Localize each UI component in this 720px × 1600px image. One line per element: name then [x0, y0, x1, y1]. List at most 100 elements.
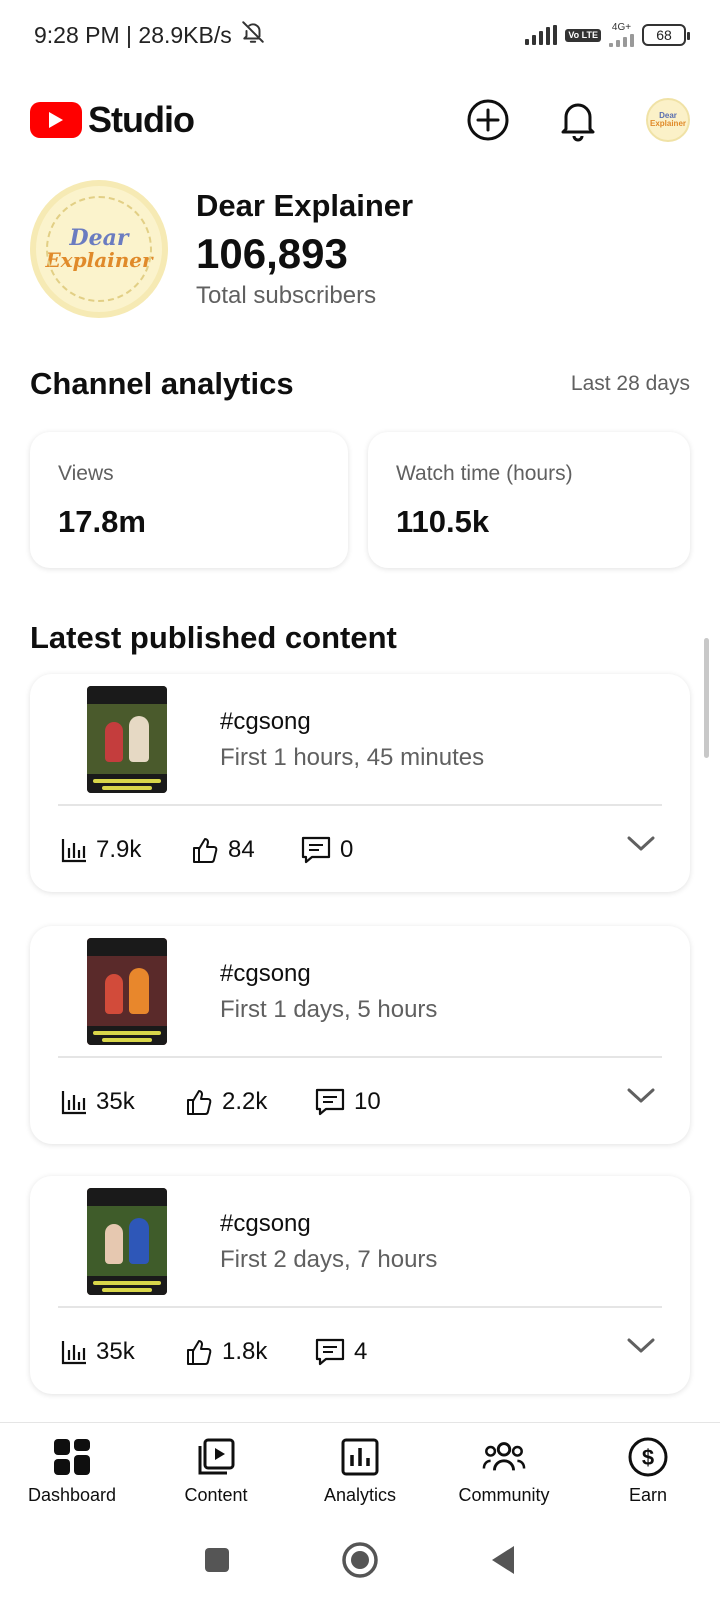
- notifications-button[interactable]: [556, 98, 600, 142]
- channel-summary: Dear Explainer Dear Explainer 106,893 To…: [30, 180, 413, 318]
- channel-info: Dear Explainer 106,893 Total subscribers: [196, 188, 413, 310]
- bell-icon: [561, 103, 595, 142]
- expand-button[interactable]: [626, 834, 656, 859]
- youtube-play-icon: [30, 102, 82, 138]
- nav-analytics[interactable]: Analytics: [288, 1423, 432, 1522]
- battery-indicator: 68: [642, 24, 690, 46]
- subscriber-label: Total subscribers: [196, 282, 377, 309]
- views-stat: 35k: [60, 1088, 184, 1116]
- bar-chart-icon: [61, 839, 86, 863]
- bar-chart-icon: [61, 1341, 86, 1365]
- content-timeframe: First 1 days, 5 hours: [220, 996, 438, 1023]
- content-card[interactable]: #cgsong First 1 hours, 45 minutes 7.9k 8…: [30, 674, 690, 892]
- content-timeframe: First 2 days, 7 hours: [220, 1246, 438, 1273]
- scrollbar[interactable]: [704, 638, 709, 758]
- account-avatar[interactable]: Dear Explainer: [646, 98, 690, 142]
- views-card[interactable]: Views 17.8m: [30, 432, 348, 568]
- chevron-down-icon: [627, 1338, 655, 1353]
- channel-analytics-title: Channel analytics: [30, 366, 294, 401]
- comment-icon: [315, 1088, 345, 1116]
- content-title[interactable]: #cgsong: [220, 960, 311, 988]
- thumbs-up-icon: [187, 1340, 212, 1365]
- expand-button[interactable]: [626, 1336, 656, 1361]
- comments-stat: 0: [300, 835, 353, 865]
- create-button[interactable]: [466, 98, 510, 142]
- likes-count: 2.2k: [222, 1088, 268, 1115]
- video-thumbnail[interactable]: [87, 938, 167, 1045]
- home-button[interactable]: [341, 1541, 379, 1584]
- views-stat: 7.9k: [60, 836, 190, 864]
- chevron-down-icon: [627, 836, 655, 851]
- subscriber-count: 106,893: [196, 230, 348, 277]
- back-button[interactable]: [489, 1544, 517, 1581]
- likes-count: 1.8k: [222, 1338, 268, 1365]
- bottom-nav: Dashboard Content Analytics Community $ …: [0, 1422, 720, 1522]
- system-nav-bar: [0, 1525, 720, 1600]
- content-title[interactable]: #cgsong: [220, 708, 311, 736]
- nav-label: Dashboard: [27, 1485, 117, 1505]
- status-time-speed: 9:28 PM | 28.9KB/s: [34, 21, 232, 48]
- video-thumbnail[interactable]: [87, 686, 167, 793]
- channel-name: Dear Explainer: [196, 188, 414, 223]
- nav-label: Earn: [628, 1485, 668, 1505]
- content-title[interactable]: #cgsong: [220, 1210, 311, 1238]
- studio-brand-text: Studio: [88, 99, 195, 140]
- comments-count: 0: [340, 836, 354, 863]
- comments-stat: 4: [314, 1337, 367, 1367]
- watch-time-card[interactable]: Watch time (hours) 110.5k: [368, 432, 690, 568]
- divider: [58, 804, 662, 806]
- bar-chart-icon: [61, 1091, 86, 1115]
- views-value: 17.8m: [58, 504, 146, 539]
- channel-analytics-header: Channel analytics Last 28 days: [30, 366, 690, 402]
- status-bar: 9:28 PM | 28.9KB/s Vo LTE 4G+ 68: [0, 0, 720, 70]
- analytics-icon: [338, 1435, 382, 1479]
- muted-bell-icon: [240, 19, 266, 51]
- comments-stat: 10: [314, 1087, 381, 1117]
- comment-icon: [315, 1338, 345, 1366]
- nav-earn[interactable]: $ Earn: [576, 1423, 720, 1522]
- views-count: 35k: [96, 1088, 135, 1115]
- status-left: 9:28 PM | 28.9KB/s: [34, 19, 266, 51]
- content-timeframe: First 1 hours, 45 minutes: [220, 744, 485, 771]
- content-stats: 7.9k 84 0: [60, 830, 660, 870]
- battery-level: 68: [656, 27, 672, 43]
- signal-icon-2: [609, 33, 634, 47]
- content-stats: 35k 2.2k 10: [60, 1082, 660, 1122]
- analytics-range: Last 28 days: [570, 372, 690, 395]
- nav-label: Analytics: [323, 1485, 397, 1505]
- divider: [58, 1056, 662, 1058]
- chevron-down-icon: [627, 1088, 655, 1103]
- dashboard-icon: [50, 1435, 94, 1479]
- avatar-decorative-ring: [46, 196, 152, 302]
- plus-circle-icon: [467, 99, 509, 141]
- nav-dashboard[interactable]: Dashboard: [0, 1423, 144, 1522]
- circle-home-icon: [342, 1542, 378, 1578]
- nav-community[interactable]: Community: [432, 1423, 576, 1522]
- expand-button[interactable]: [626, 1086, 656, 1111]
- studio-logo[interactable]: Studio: [30, 99, 195, 141]
- nav-content[interactable]: Content: [144, 1423, 288, 1522]
- watch-time-value: 110.5k: [396, 504, 490, 539]
- recents-button[interactable]: [203, 1546, 231, 1579]
- thumbs-up-icon: [193, 838, 218, 863]
- nav-label: Community: [458, 1485, 550, 1505]
- header-actions: Dear Explainer: [466, 98, 690, 142]
- app-header: Studio Dear Explainer: [0, 70, 720, 170]
- channel-avatar[interactable]: Dear Explainer: [30, 180, 168, 318]
- network-indicator: 4G+: [609, 23, 634, 47]
- likes-stat: 1.8k: [184, 1337, 314, 1367]
- triangle-back-icon: [492, 1546, 514, 1574]
- square-icon: [205, 1548, 229, 1572]
- latest-content-title: Latest published content: [30, 620, 397, 655]
- content-card[interactable]: #cgsong First 1 days, 5 hours 35k 2.2k 1…: [30, 926, 690, 1144]
- comments-count: 4: [354, 1338, 368, 1365]
- earn-icon: $: [626, 1435, 670, 1479]
- volte-badge: Vo LTE: [565, 28, 601, 42]
- views-label: Views: [58, 462, 114, 485]
- thumbs-up-icon: [187, 1090, 212, 1115]
- views-count: 7.9k: [96, 836, 142, 863]
- svg-text:$: $: [642, 1445, 654, 1470]
- content-card[interactable]: #cgsong First 2 days, 7 hours 35k 1.8k 4: [30, 1176, 690, 1394]
- signal-icon: [525, 25, 558, 45]
- video-thumbnail[interactable]: [87, 1188, 167, 1295]
